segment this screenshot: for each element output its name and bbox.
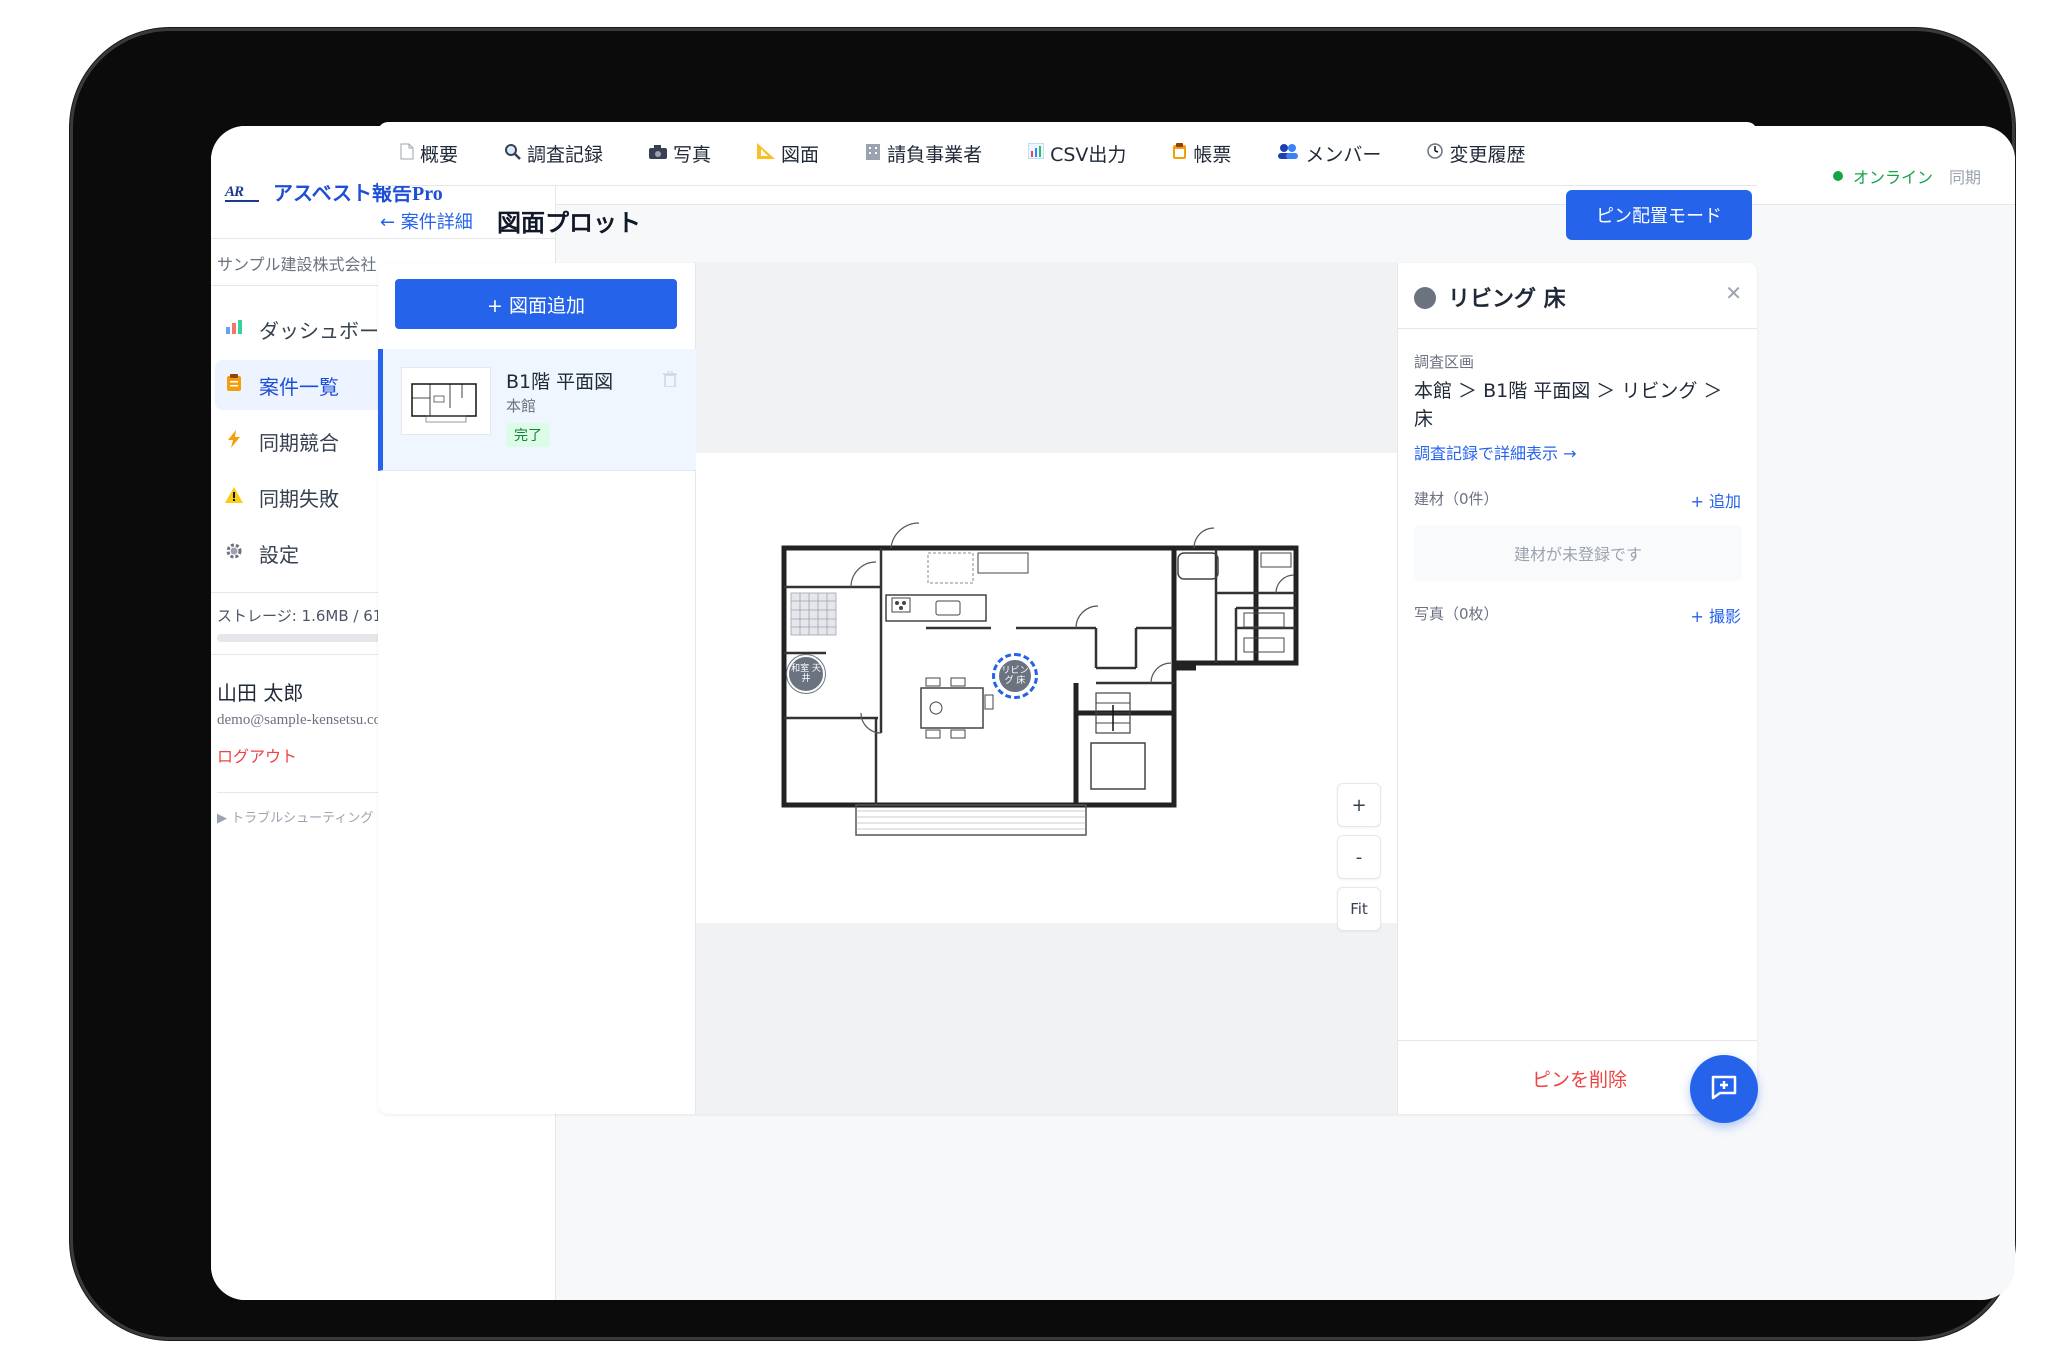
people-icon: [1277, 143, 1299, 164]
zoom-out-button[interactable]: -: [1337, 835, 1381, 879]
materials-empty-state: 建材が未登録です: [1414, 525, 1742, 581]
plan-thumbnail: [401, 367, 491, 435]
pin-washitsu-ceiling[interactable]: 和室 天井: [787, 655, 825, 693]
tab-photos[interactable]: 写真: [649, 140, 711, 167]
bar-chart-icon: [223, 319, 245, 340]
pin-label: 和室 天井: [791, 664, 821, 684]
tab-csv-export[interactable]: CSV出力: [1027, 140, 1127, 167]
lightning-icon: [223, 429, 245, 453]
sync-button[interactable]: 同期: [1949, 164, 1981, 188]
online-dot-icon: [1832, 171, 1843, 181]
magnifier-icon: [504, 143, 521, 165]
document-icon: [400, 143, 414, 165]
tab-change-history[interactable]: 変更履歴: [1427, 140, 1525, 167]
app-logo: AR: [225, 180, 259, 202]
tab-survey-records[interactable]: 調査記録: [504, 140, 603, 167]
back-link[interactable]: ← 案件詳細: [380, 208, 473, 234]
drawing-panel: + 図面追加 B1階 平面図 本館 完了 和室 天井 リビング 床 + - Fi…: [378, 263, 1757, 1114]
tab-label: 図面: [781, 144, 820, 166]
tab-contractors[interactable]: 請負事業者: [865, 140, 982, 167]
sidebar-item-label: 同期競合: [259, 430, 339, 455]
feedback-button[interactable]: [1690, 1055, 1758, 1123]
clock-icon: [1427, 143, 1444, 164]
area-path: 本館 ＞ B1階 平面図 ＞ リビング ＞ 床: [1414, 380, 1723, 430]
plan-name: B1階 平面図: [506, 371, 614, 393]
pin-detail-panel: リビング 床 ✕ 調査区画 本館 ＞ B1階 平面図 ＞ リビング ＞ 床 調査…: [1397, 263, 1757, 1114]
floor-plan-sheet[interactable]: 和室 天井 リビング 床: [696, 453, 1397, 923]
pin-detail-title: リビング 床: [1448, 287, 1566, 312]
warning-icon: [223, 486, 245, 508]
tab-members[interactable]: メンバー: [1277, 140, 1381, 167]
fit-button[interactable]: Fit: [1337, 887, 1381, 931]
chat-plus-icon: [1709, 1072, 1739, 1106]
delete-pin-button[interactable]: ピンを削除: [1532, 1065, 1627, 1092]
online-label: オンライン: [1852, 168, 1933, 187]
close-icon[interactable]: ✕: [1725, 281, 1742, 305]
clipboard-icon: [223, 373, 245, 397]
pin-color-dot: [1414, 287, 1436, 309]
survey-record-link[interactable]: 調査記録で詳細表示 →: [1414, 440, 1577, 464]
add-material-button[interactable]: + 追加: [1691, 488, 1742, 512]
sidebar-item-label: 案件一覧: [259, 374, 339, 399]
tab-label: メンバー: [1305, 144, 1382, 166]
ruler-icon: [757, 143, 776, 164]
take-photo-button[interactable]: + 撮影: [1691, 603, 1742, 627]
pin-living-floor-marker: リビング 床: [997, 658, 1033, 694]
connection-status: オンライン 同期: [1832, 164, 1981, 188]
trash-icon[interactable]: [663, 370, 681, 389]
area-label: 調査区画: [1414, 353, 1475, 371]
clipboard-icon: [1172, 142, 1187, 165]
chart-icon: [1027, 142, 1045, 164]
add-plan-button[interactable]: + 図面追加: [395, 279, 677, 329]
zoom-in-button[interactable]: +: [1337, 783, 1381, 827]
materials-label: 建材（0件）: [1414, 490, 1499, 508]
plan-list: + 図面追加 B1階 平面図 本館 完了: [378, 263, 696, 1114]
pin-living-floor[interactable]: リビング 床: [992, 653, 1038, 699]
pin-mode-button[interactable]: ピン配置モード: [1566, 190, 1752, 240]
caret-right-icon: ▶: [217, 811, 227, 826]
tab-forms[interactable]: 帳票: [1172, 140, 1231, 167]
status-badge: 完了: [506, 423, 550, 447]
project-tabs: 概要 調査記録 写真 図面 請負事業者 CSV出力 帳票 メンバー 変更履歴: [378, 122, 1757, 186]
drawing-canvas[interactable]: 和室 天井 リビング 床 + - Fit: [696, 263, 1397, 1114]
tab-label: 調査記録: [527, 144, 604, 166]
tab-label: 概要: [420, 144, 459, 166]
tab-label: CSV出力: [1050, 144, 1127, 166]
tab-label: 請負事業者: [887, 144, 983, 166]
page-title: 図面プロット: [497, 209, 641, 237]
camera-icon: [649, 144, 668, 164]
photos-label: 写真（0枚）: [1414, 605, 1499, 623]
building-icon: [865, 143, 881, 165]
tab-label: 変更履歴: [1449, 144, 1526, 166]
sidebar-item-label: 設定: [259, 542, 299, 567]
pin-label: リビング 床: [1001, 666, 1029, 686]
plan-building: 本館: [506, 397, 537, 415]
tab-label: 写真: [673, 144, 712, 166]
sidebar-item-label: 同期失敗: [259, 486, 339, 511]
tab-drawings[interactable]: 図面: [757, 140, 819, 167]
troubleshooting-label: トラブルシューティング: [231, 811, 374, 826]
tab-label: 帳票: [1193, 144, 1232, 166]
gear-icon: [223, 542, 245, 565]
tab-overview[interactable]: 概要: [400, 140, 458, 167]
plan-list-item[interactable]: B1階 平面図 本館 完了: [378, 349, 696, 471]
pin-detail-header: リビング 床 ✕: [1398, 263, 1757, 329]
